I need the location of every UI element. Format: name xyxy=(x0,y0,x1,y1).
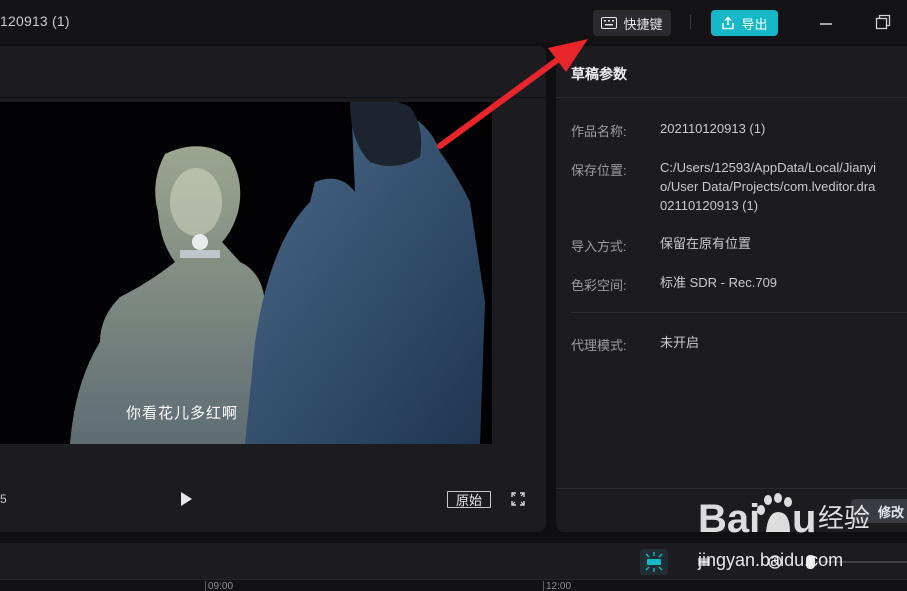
play-icon xyxy=(181,492,192,506)
minimize-icon xyxy=(820,23,832,25)
aspect-ratio-button[interactable]: 原始 xyxy=(447,491,491,508)
title-bar: 120913 (1) 快捷键 导出 xyxy=(0,0,907,44)
prop-value-location: C:/Users/12593/AppData/Local/Jianyi o/Us… xyxy=(660,160,877,213)
toolbar-divider xyxy=(690,15,691,29)
upload-icon xyxy=(721,16,735,30)
video-frame-image xyxy=(0,102,492,444)
prop-label-import: 导入方式: xyxy=(571,239,627,254)
modify-button[interactable]: 修改 xyxy=(851,499,907,523)
prop-value-proxy: 未开启 xyxy=(660,335,700,350)
ruler-tick xyxy=(543,581,544,591)
restore-icon xyxy=(875,14,891,30)
prop-value-import: 保留在原有位置 xyxy=(660,236,752,251)
export-button[interactable]: 导出 xyxy=(711,10,778,36)
player-header xyxy=(0,46,546,98)
video-preview[interactable]: 你看花儿多红啊 xyxy=(0,102,492,444)
prop-label-location: 保存位置: xyxy=(571,163,627,178)
playback-time: 5 xyxy=(0,492,7,506)
prop-value-colorspace: 标准 SDR - Rec.709 xyxy=(660,275,778,290)
preview-icon xyxy=(768,555,782,569)
preview-button[interactable] xyxy=(765,549,785,575)
shortcut-label: 快捷键 xyxy=(623,16,663,32)
snap-button[interactable] xyxy=(640,549,668,575)
draft-header: 草稿参数 xyxy=(556,46,907,98)
prop-label-colorspace: 色彩空间: xyxy=(571,278,627,293)
prop-value-name: 202110120913 (1) xyxy=(660,121,766,136)
shortcut-button[interactable]: 快捷键 xyxy=(593,10,671,36)
fullscreen-icon xyxy=(511,492,525,506)
prop-label-proxy: 代理模式: xyxy=(571,338,627,353)
prop-label-name: 作品名称: xyxy=(571,124,627,139)
ruler-tick-label: 09:00 xyxy=(208,581,234,591)
project-title: 120913 (1) xyxy=(0,13,70,29)
zoom-slider-knob[interactable] xyxy=(806,555,815,569)
snap-icon xyxy=(645,552,663,572)
zoom-slider-track[interactable] xyxy=(812,561,907,563)
draft-params-panel: 草稿参数 作品名称: 202110120913 (1) 保存位置: C:/Use… xyxy=(556,46,907,532)
play-button[interactable] xyxy=(177,490,195,508)
timeline-ruler[interactable] xyxy=(0,579,907,591)
video-subtitle: 你看花儿多红啊 xyxy=(125,404,238,422)
draft-title: 草稿参数 xyxy=(571,66,627,82)
fullscreen-button[interactable] xyxy=(510,491,526,507)
ruler-tick xyxy=(205,581,206,591)
ruler-tick-label: 12:00 xyxy=(546,581,572,591)
restore-button[interactable] xyxy=(873,12,893,32)
link-icon xyxy=(698,558,710,566)
player-panel: 你看花儿多红啊 5 原始 xyxy=(0,46,546,532)
keyboard-icon xyxy=(601,17,618,29)
props-divider xyxy=(571,312,907,313)
minimize-button[interactable] xyxy=(816,12,836,32)
app-window: 120913 (1) 快捷键 导出 你看花儿多红啊 5 原始 草稿参数 作品名称… xyxy=(0,0,907,591)
link-button[interactable] xyxy=(692,549,716,575)
export-label: 导出 xyxy=(741,16,768,32)
